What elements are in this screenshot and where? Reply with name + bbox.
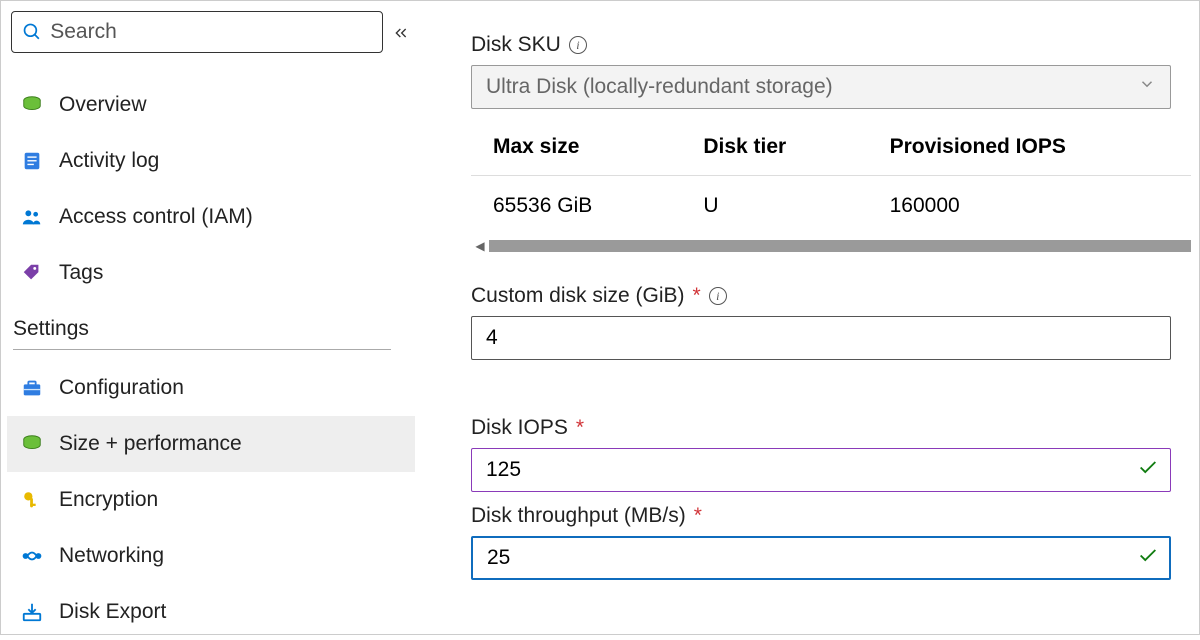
- col-max-size: Max size: [471, 119, 681, 176]
- disk-iops-input[interactable]: [471, 448, 1171, 492]
- cell-prov-iops: 160000: [868, 176, 1191, 237]
- chevron-down-icon: [1138, 75, 1156, 99]
- table-header-row: Max size Disk tier Provisioned IOPS: [471, 119, 1191, 176]
- info-icon[interactable]: i: [569, 36, 587, 54]
- required-indicator: *: [576, 416, 584, 440]
- sku-table: Max size Disk tier Provisioned IOPS 6553…: [471, 119, 1191, 236]
- disk-throughput-label: Disk throughput (MB/s) *: [471, 504, 1191, 528]
- col-prov-iops: Provisioned IOPS: [868, 119, 1191, 176]
- check-icon: [1137, 545, 1159, 572]
- disk-sku-select[interactable]: Ultra Disk (locally-redundant storage): [471, 65, 1171, 109]
- search-input[interactable]: [50, 20, 372, 44]
- search-box[interactable]: [11, 11, 383, 53]
- nav-item-size-performance[interactable]: Size + performance: [7, 416, 415, 472]
- sidebar: Overview Activity log Access control (IA…: [1, 1, 419, 634]
- nav-label: Configuration: [59, 376, 184, 400]
- export-icon: [21, 601, 59, 623]
- divider: [13, 349, 391, 350]
- nav-label: Encryption: [59, 488, 158, 512]
- disk-iops-label: Disk IOPS *: [471, 416, 1191, 440]
- nav-item-activity-log[interactable]: Activity log: [7, 133, 415, 189]
- key-icon: [21, 489, 59, 511]
- disk-sku-label: Disk SKU i: [471, 33, 1191, 57]
- nav-label: Size + performance: [59, 432, 242, 456]
- cell-disk-tier: U: [681, 176, 867, 237]
- disk-icon: [21, 433, 59, 455]
- collapse-sidebar-icon[interactable]: [393, 25, 409, 46]
- nav-item-tags[interactable]: Tags: [7, 245, 415, 301]
- settings-header: Settings: [7, 301, 415, 349]
- nav-item-disk-export[interactable]: Disk Export: [7, 584, 415, 640]
- log-icon: [21, 150, 59, 172]
- network-icon: [21, 545, 59, 567]
- nav-label: Disk Export: [59, 600, 166, 624]
- required-indicator: *: [694, 504, 702, 528]
- scroll-track[interactable]: [489, 240, 1191, 252]
- nav-item-encryption[interactable]: Encryption: [7, 472, 415, 528]
- disk-sku-value: Ultra Disk (locally-redundant storage): [486, 75, 833, 99]
- nav-label: Overview: [59, 93, 147, 117]
- custom-size-label: Custom disk size (GiB) * i: [471, 284, 1191, 308]
- col-disk-tier: Disk tier: [681, 119, 867, 176]
- custom-size-input[interactable]: [471, 316, 1171, 360]
- disk-throughput-input[interactable]: [471, 536, 1171, 580]
- nav-item-access-control[interactable]: Access control (IAM): [7, 189, 415, 245]
- info-icon[interactable]: i: [709, 287, 727, 305]
- required-indicator: *: [693, 284, 701, 308]
- nav-label: Networking: [59, 544, 164, 568]
- search-icon: [22, 21, 42, 43]
- scroll-left-icon[interactable]: ◀: [471, 239, 489, 253]
- disk-icon: [21, 94, 59, 116]
- people-icon: [21, 206, 59, 228]
- nav-label: Tags: [59, 261, 103, 285]
- table-row[interactable]: 65536 GiB U 160000: [471, 176, 1191, 237]
- nav-item-networking[interactable]: Networking: [7, 528, 415, 584]
- horizontal-scrollbar[interactable]: ◀: [471, 238, 1191, 254]
- cell-max-size: 65536 GiB: [471, 176, 681, 237]
- main-panel: Disk SKU i Ultra Disk (locally-redundant…: [419, 1, 1199, 634]
- nav-item-overview[interactable]: Overview: [7, 77, 415, 133]
- nav-item-configuration[interactable]: Configuration: [7, 360, 415, 416]
- nav-label: Activity log: [59, 149, 159, 173]
- briefcase-icon: [21, 377, 59, 399]
- nav-label: Access control (IAM): [59, 205, 253, 229]
- tag-icon: [21, 262, 59, 284]
- check-icon: [1137, 457, 1159, 484]
